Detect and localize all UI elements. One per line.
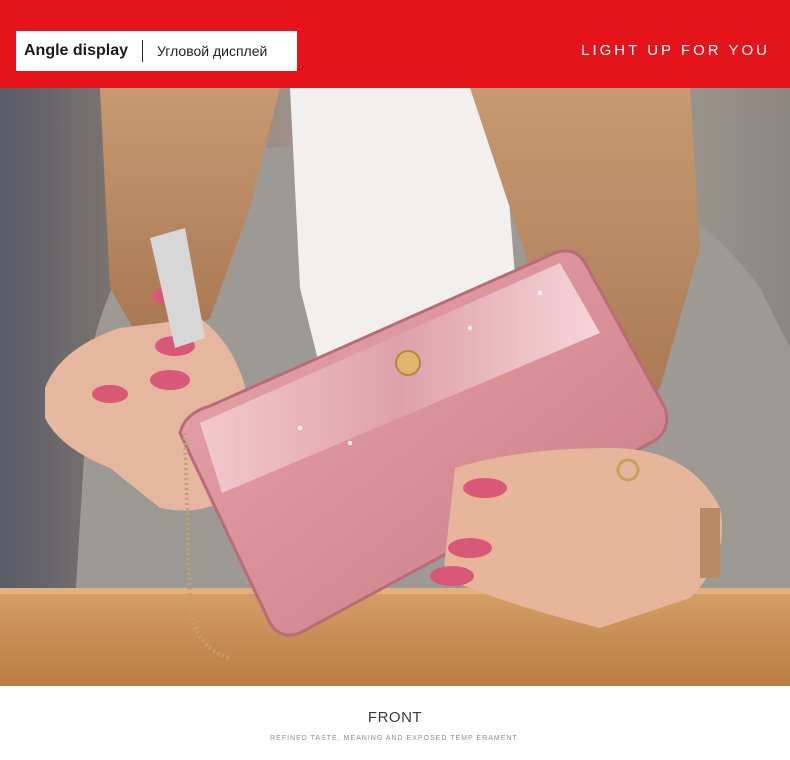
- bracelet: [700, 508, 720, 578]
- sparkle: [468, 326, 472, 330]
- sparkle: [538, 291, 542, 295]
- label-russian: Угловой дисплей: [157, 43, 268, 59]
- sparkle: [298, 426, 302, 430]
- fox-emblem-icon: [395, 350, 421, 376]
- nail: [150, 370, 190, 390]
- nail: [448, 538, 492, 558]
- label-english: Angle display: [24, 42, 129, 59]
- front-caption: FRONT: [367, 709, 423, 726]
- nail: [92, 385, 128, 403]
- header-banner: Angle display Угловой дисплей LIGHT UP F…: [0, 0, 790, 88]
- product-photo: [0, 88, 790, 686]
- tagline: LIGHT UP FOR YOU: [581, 42, 770, 59]
- sparkle: [348, 441, 352, 445]
- nail: [463, 478, 507, 498]
- subcaption: REFINED TASTE, MEANING AND EXPOSED TEMP …: [270, 735, 520, 742]
- nail: [430, 566, 474, 586]
- wallet-photo-illustration: [0, 88, 790, 686]
- angle-display-label: Angle display Угловой дисплей: [16, 31, 297, 71]
